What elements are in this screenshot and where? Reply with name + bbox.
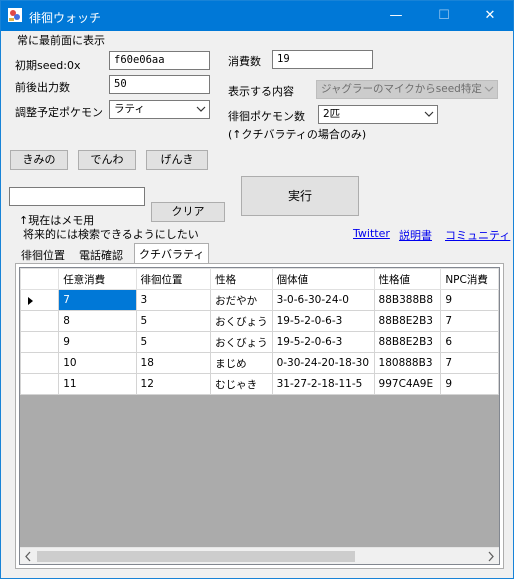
table-cell[interactable]: 88B8E2B3 bbox=[373, 331, 442, 353]
table-cell[interactable]: 12 bbox=[135, 373, 212, 395]
table-cell[interactable]: 0-30-24-20-18-30 bbox=[271, 352, 375, 374]
row-header-corner bbox=[20, 268, 60, 290]
column-header[interactable]: NPC消費 bbox=[440, 268, 499, 290]
table-cell[interactable]: 19-5-2-0-6-3 bbox=[271, 331, 375, 353]
table-cell[interactable]: 88B8E2B3 bbox=[373, 310, 442, 332]
pokemon-select-value: ラティ bbox=[114, 103, 145, 115]
row-header[interactable] bbox=[20, 373, 60, 395]
table-cell[interactable]: 7 bbox=[58, 289, 137, 311]
close-button[interactable]: ✕ bbox=[467, 1, 513, 31]
clear-button[interactable]: クリア bbox=[151, 202, 225, 222]
table-cell[interactable]: 8 bbox=[58, 310, 137, 332]
app-window: 徘徊ウォッチ — ☐ ✕ 常に最前面に表示 初期seed:0x f60e06aa… bbox=[0, 0, 514, 579]
table-cell[interactable]: 9 bbox=[440, 289, 499, 311]
row-header[interactable] bbox=[20, 331, 60, 353]
menu-always-on-top[interactable]: 常に最前面に表示 bbox=[17, 32, 105, 48]
run-button[interactable]: 実行 bbox=[241, 176, 359, 216]
chevron-down-icon bbox=[484, 86, 494, 92]
column-header[interactable]: 個体値 bbox=[271, 268, 375, 290]
tab-panel: 任意消費 徘徊位置 性格 個体値 性格値 NPC消費 7 3 おだやか 3-0-… bbox=[15, 263, 504, 569]
initial-seed-label: 初期seed:0x bbox=[15, 59, 81, 72]
table-cell[interactable]: 19-5-2-0-6-3 bbox=[271, 310, 375, 332]
row-header[interactable] bbox=[20, 310, 60, 332]
table-cell[interactable]: おくびょう bbox=[210, 310, 273, 332]
initial-seed-input[interactable]: f60e06aa bbox=[109, 51, 210, 70]
roamer-count-label: 徘徊ポケモン数 bbox=[228, 110, 305, 123]
roamer-count-value: 2匹 bbox=[323, 108, 341, 120]
denwa-button[interactable]: でんわ bbox=[78, 150, 136, 170]
table-cell[interactable]: 9 bbox=[58, 331, 137, 353]
table-cell[interactable]: 7 bbox=[440, 310, 499, 332]
output-count-label: 前後出力数 bbox=[15, 81, 70, 94]
table-cell[interactable]: 18 bbox=[135, 352, 212, 374]
tab-phone-check[interactable]: 電話確認 bbox=[75, 245, 127, 263]
pokemon-select[interactable]: ラティ bbox=[109, 100, 210, 119]
display-label: 表示する内容 bbox=[228, 85, 294, 98]
table-cell[interactable]: おくびょう bbox=[210, 331, 273, 353]
table-cell[interactable]: 9 bbox=[440, 373, 499, 395]
tab-roamer-location[interactable]: 徘徊位置 bbox=[17, 245, 69, 263]
scroll-left-icon[interactable] bbox=[20, 548, 37, 565]
table-cell[interactable]: まじめ bbox=[210, 352, 273, 374]
memo-note-2: 将来的には検索できるようにしたい bbox=[23, 228, 199, 241]
tab-kuchiba-lati[interactable]: クチバラティ bbox=[134, 243, 210, 264]
table-row[interactable]: 7 3 おだやか 3-0-6-30-24-0 88B388B8 9 bbox=[20, 289, 499, 311]
table-header-row: 任意消費 徘徊位置 性格 個体値 性格値 NPC消費 bbox=[20, 268, 499, 290]
consume-input[interactable]: 19 bbox=[272, 50, 373, 69]
display-select: ジャグラーのマイクからseed特定 bbox=[316, 80, 498, 99]
consume-label: 消費数 bbox=[228, 55, 261, 68]
row-header[interactable] bbox=[20, 352, 60, 374]
community-link[interactable]: コミュニティ bbox=[445, 227, 510, 243]
display-select-value: ジャグラーのマイクからseed特定 bbox=[321, 83, 482, 95]
manual-link[interactable]: 説明書 bbox=[399, 227, 432, 243]
row-header[interactable] bbox=[20, 289, 60, 311]
app-logo-icon bbox=[8, 8, 22, 22]
table-cell[interactable]: 3-0-6-30-24-0 bbox=[271, 289, 375, 311]
memo-input[interactable] bbox=[9, 187, 145, 206]
window-title: 徘徊ウォッチ bbox=[29, 11, 102, 25]
table-cell[interactable]: 88B388B8 bbox=[373, 289, 442, 311]
table-cell[interactable]: 180888B3 bbox=[373, 352, 442, 374]
results-table: 任意消費 徘徊位置 性格 個体値 性格値 NPC消費 7 3 おだやか 3-0-… bbox=[20, 268, 499, 395]
results-grid[interactable]: 任意消費 徘徊位置 性格 個体値 性格値 NPC消費 7 3 おだやか 3-0-… bbox=[19, 267, 500, 565]
table-cell[interactable]: 11 bbox=[58, 373, 137, 395]
roamer-count-select[interactable]: 2匹 bbox=[318, 105, 438, 124]
table-cell[interactable]: 5 bbox=[135, 310, 212, 332]
chevron-down-icon bbox=[196, 106, 206, 112]
table-cell[interactable]: 997C4A9E bbox=[373, 373, 442, 395]
menu-bar: 常に最前面に表示 bbox=[1, 31, 513, 49]
scroll-right-icon[interactable] bbox=[482, 548, 499, 565]
table-cell[interactable]: 6 bbox=[440, 331, 499, 353]
horizontal-scrollbar[interactable] bbox=[20, 547, 499, 564]
column-header[interactable]: 性格値 bbox=[373, 268, 442, 290]
table-cell[interactable]: 5 bbox=[135, 331, 212, 353]
table-row[interactable]: 9 5 おくびょう 19-5-2-0-6-3 88B8E2B3 6 bbox=[20, 331, 499, 353]
column-header[interactable]: 性格 bbox=[210, 268, 273, 290]
genki-button[interactable]: げんき bbox=[146, 150, 208, 170]
title-bar[interactable]: 徘徊ウォッチ — ☐ ✕ bbox=[1, 1, 513, 31]
table-cell[interactable]: 31-27-2-18-11-5 bbox=[271, 373, 375, 395]
column-header[interactable]: 任意消費 bbox=[58, 268, 137, 290]
maximize-button: ☐ bbox=[438, 8, 450, 23]
table-cell[interactable]: 3 bbox=[135, 289, 212, 311]
column-header[interactable]: 徘徊位置 bbox=[135, 268, 212, 290]
table-row[interactable]: 8 5 おくびょう 19-5-2-0-6-3 88B8E2B3 7 bbox=[20, 310, 499, 332]
roamer-note: (↑クチバラティの場合のみ) bbox=[228, 128, 367, 141]
table-cell[interactable]: おだやか bbox=[210, 289, 273, 311]
pokemon-label: 調整予定ポケモン bbox=[15, 106, 103, 119]
table-row[interactable]: 11 12 むじゃき 31-27-2-18-11-5 997C4A9E 9 bbox=[20, 373, 499, 395]
chevron-down-icon bbox=[424, 111, 434, 117]
output-count-input[interactable]: 50 bbox=[109, 75, 210, 94]
twitter-link[interactable]: Twitter bbox=[353, 227, 390, 240]
kimino-button[interactable]: きみの bbox=[10, 150, 68, 170]
current-row-arrow-icon bbox=[28, 297, 33, 305]
table-cell[interactable]: 10 bbox=[58, 352, 137, 374]
minimize-button[interactable]: — bbox=[373, 1, 419, 31]
table-cell[interactable]: むじゃき bbox=[210, 373, 273, 395]
scrollbar-thumb[interactable] bbox=[37, 551, 355, 562]
table-cell[interactable]: 7 bbox=[440, 352, 499, 374]
table-row[interactable]: 10 18 まじめ 0-30-24-20-18-30 180888B3 7 bbox=[20, 352, 499, 374]
